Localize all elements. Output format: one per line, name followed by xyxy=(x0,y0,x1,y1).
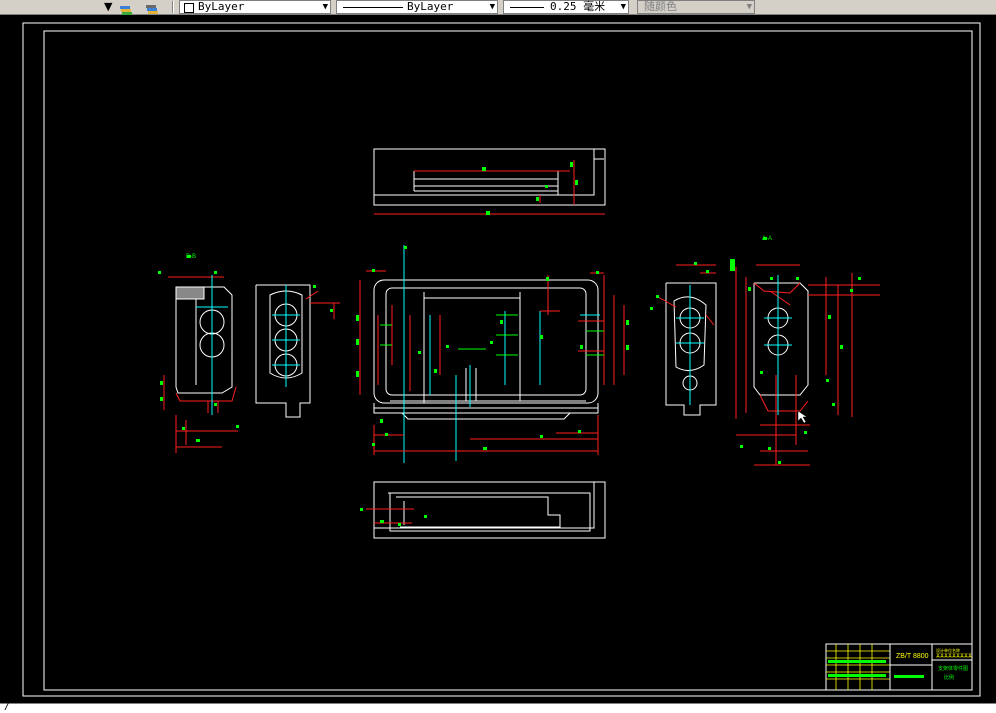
title-block-part: 支架体零件图 xyxy=(938,665,968,672)
title-block-scale: 比例 xyxy=(944,674,954,681)
title-block-code: ZB/T 8800 xyxy=(896,653,929,660)
chevron-down-icon[interactable]: ▼ xyxy=(621,1,626,13)
sheet-outer-border xyxy=(22,22,981,697)
sheet-inner-border xyxy=(43,30,973,691)
color-control[interactable]: ByLayer ▼ xyxy=(179,0,331,14)
title-block-org: 某某某某某某某某某 xyxy=(936,652,972,658)
left-section-view xyxy=(158,255,239,453)
cursor-arrow-icon xyxy=(797,410,808,424)
properties-toolbar: ▼ ByLayer ▼ ByLayer ▼ 0.25 毫米 ▼ 随颜色 ▼ xyxy=(0,0,996,15)
right-section-view xyxy=(730,237,880,466)
right-section-label: A-A xyxy=(762,236,772,242)
top-view xyxy=(373,148,606,215)
right-end-view xyxy=(650,262,717,416)
chevron-down-icon: ▼ xyxy=(746,2,752,12)
drawing-canvas[interactable]: B-B A-A ZB/T 8800 设计单位名称 某某某某某某某某某 支架体零件… xyxy=(0,15,996,703)
layer-states-icon[interactable] xyxy=(119,1,133,15)
lineweight-control[interactable]: 0.25 毫米 ▼ xyxy=(503,0,629,14)
command-prompt: / xyxy=(4,701,11,712)
title-block: ZB/T 8800 设计单位名称 某某某某某某某某某 支架体零件图 比例 xyxy=(825,643,973,691)
linetype-value: ByLayer xyxy=(407,0,454,13)
chevron-down-icon[interactable]: ▼ xyxy=(323,1,328,13)
linetype-control[interactable]: ByLayer ▼ xyxy=(336,0,498,14)
toolbar-separator xyxy=(172,1,174,13)
layer-previous-icon[interactable] xyxy=(145,1,159,14)
plotstyle-control: 随颜色 ▼ xyxy=(637,0,755,14)
front-view xyxy=(356,245,629,463)
linetype-sample-icon xyxy=(343,7,403,8)
plotstyle-value: 随颜色 xyxy=(644,0,677,13)
lineweight-value: 0.25 毫米 xyxy=(550,0,606,13)
drawing-svg: B-B A-A ZB/T 8800 设计单位名称 某某某某某某某某某 支架体零件… xyxy=(22,22,981,697)
bottom-view xyxy=(360,481,606,539)
left-end-view xyxy=(255,284,340,418)
color-swatch-icon xyxy=(184,3,194,13)
chevron-down-icon[interactable]: ▼ xyxy=(490,1,495,13)
left-section-label: B-B xyxy=(186,254,196,260)
color-value: ByLayer xyxy=(198,0,245,13)
layer-dropdown-arrow-icon[interactable]: ▼ xyxy=(104,0,112,14)
lineweight-sample-icon xyxy=(510,7,544,8)
